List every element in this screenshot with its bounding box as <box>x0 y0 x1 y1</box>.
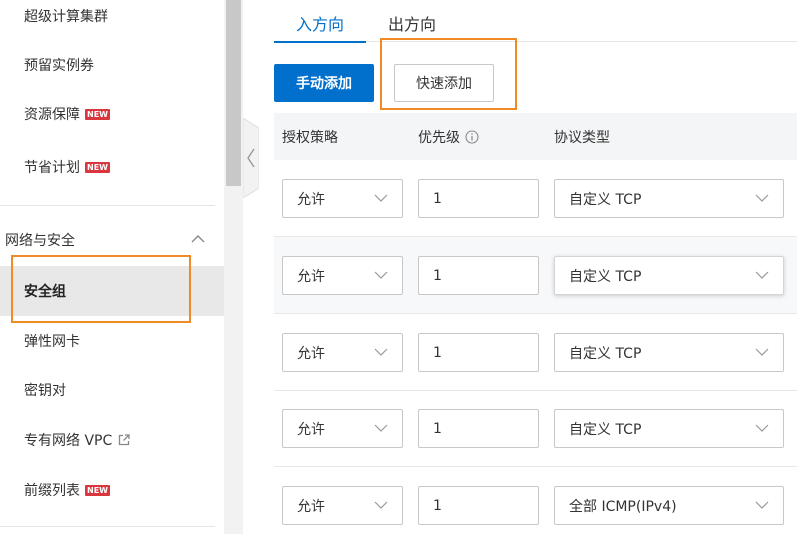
table-row: 允许 1 自定义 TCP <box>274 237 797 314</box>
info-icon[interactable] <box>465 130 479 144</box>
input-value: 1 <box>433 267 442 284</box>
select-value: 自定义 TCP <box>569 421 642 438</box>
main-content: 入方向 出方向 手动添加 快速添加 授权策略 优先级 协议类型 允许 1 自定义… <box>259 0 797 534</box>
protocol-select[interactable]: 全部 ICMP(IPv4) <box>554 486 784 525</box>
new-badge: NEW <box>85 484 110 496</box>
sidebar-item-super-computing-cluster[interactable]: 超级计算集群 <box>0 0 224 40</box>
priority-input[interactable]: 1 <box>418 333 539 372</box>
sidebar-item-eni[interactable]: 弹性网卡 <box>0 317 224 365</box>
sidebar-item-label: 密钥对 <box>24 383 66 399</box>
chevron-down-icon <box>374 194 388 202</box>
protocol-select[interactable]: 自定义 TCP <box>554 333 784 372</box>
select-value: 允许 <box>297 268 325 285</box>
priority-input[interactable]: 1 <box>418 409 539 448</box>
select-value: 允许 <box>297 498 325 515</box>
sidebar-group-network-security[interactable]: 网络与安全 <box>0 222 215 258</box>
direction-tabs: 入方向 出方向 <box>274 0 797 43</box>
priority-input[interactable]: 1 <box>418 179 539 218</box>
select-value: 允许 <box>297 345 325 362</box>
column-header-policy: 授权策略 <box>282 130 338 146</box>
table-header: 授权策略 优先级 协议类型 <box>274 113 797 160</box>
table-row: 允许 1 全部 ICMP(IPv4) <box>274 467 797 534</box>
table-row: 允许 1 自定义 TCP <box>274 314 797 391</box>
column-header-priority: 优先级 <box>418 127 479 147</box>
sidebar-item-reserved-instance[interactable]: 预留实例券 <box>0 41 224 89</box>
sidebar-item-label: 超级计算集群 <box>24 9 108 25</box>
input-value: 1 <box>433 497 442 514</box>
sidebar-scrollbar-thumb[interactable] <box>226 0 241 186</box>
table-row: 允许 1 自定义 TCP <box>274 160 797 237</box>
tab-outbound[interactable]: 出方向 <box>366 5 458 41</box>
chevron-down-icon <box>755 348 769 356</box>
policy-select[interactable]: 允许 <box>282 409 403 448</box>
policy-select[interactable]: 允许 <box>282 256 403 295</box>
select-value: 自定义 TCP <box>569 345 642 362</box>
protocol-select[interactable]: 自定义 TCP <box>554 256 784 295</box>
chevron-down-icon <box>755 424 769 432</box>
quick-add-button[interactable]: 快速添加 <box>394 64 494 102</box>
column-header-protocol: 协议类型 <box>554 130 610 146</box>
sidebar-item-label: 安全组 <box>24 284 66 300</box>
chevron-down-icon <box>374 271 388 279</box>
chevron-down-icon <box>755 501 769 509</box>
select-value: 允许 <box>297 191 325 208</box>
sidebar-item-label: 弹性网卡 <box>24 334 80 350</box>
sidebar-item-key-pair[interactable]: 密钥对 <box>0 366 224 414</box>
input-value: 1 <box>433 344 442 361</box>
sidebar-item-label: 前缀列表 <box>24 483 80 499</box>
table-row: 允许 1 自定义 TCP <box>274 390 797 467</box>
new-badge: NEW <box>85 161 110 173</box>
select-value: 全部 ICMP(IPv4) <box>569 498 677 515</box>
chevron-down-icon <box>374 424 388 432</box>
tab-inbound[interactable]: 入方向 <box>274 5 366 43</box>
select-value: 自定义 TCP <box>569 268 642 285</box>
manual-add-button[interactable]: 手动添加 <box>274 64 374 102</box>
sidebar-item-label: 资源保障 <box>24 107 80 123</box>
priority-input[interactable]: 1 <box>418 256 539 295</box>
sidebar-item-vpc[interactable]: 专有网络 VPC <box>0 416 224 464</box>
new-badge: NEW <box>85 108 110 120</box>
priority-input[interactable]: 1 <box>418 486 539 525</box>
sidebar-item-label: 预留实例券 <box>24 58 94 74</box>
sidebar-item-security-group[interactable]: 安全组 <box>0 266 224 316</box>
select-value: 允许 <box>297 421 325 438</box>
policy-select[interactable]: 允许 <box>282 179 403 218</box>
policy-select[interactable]: 允许 <box>282 333 403 372</box>
sidebar: 超级计算集群 预留实例券 资源保障 NEW 节省计划 NEW 网络与安全 安全组… <box>0 0 243 534</box>
sidebar-item-savings-plan[interactable]: 节省计划 NEW <box>0 143 224 191</box>
tab-label: 出方向 <box>387 15 436 34</box>
chevron-down-icon <box>755 194 769 202</box>
collapse-sidebar-handle[interactable] <box>243 118 259 198</box>
sidebar-divider <box>0 205 215 206</box>
external-link-icon <box>119 434 130 446</box>
sidebar-group-label: 网络与安全 <box>5 233 75 249</box>
chevron-up-icon <box>191 235 205 243</box>
sidebar-item-prefix-list[interactable]: 前缀列表 NEW <box>0 466 224 514</box>
sidebar-item-resource-guarantee[interactable]: 资源保障 NEW <box>0 90 224 138</box>
input-value: 1 <box>433 420 442 437</box>
tab-label: 入方向 <box>295 15 344 34</box>
policy-select[interactable]: 允许 <box>282 486 403 525</box>
protocol-select[interactable]: 自定义 TCP <box>554 179 784 218</box>
sidebar-divider <box>0 526 215 527</box>
sidebar-item-label: 节省计划 <box>24 160 80 176</box>
chevron-down-icon <box>374 348 388 356</box>
input-value: 1 <box>433 190 442 207</box>
sidebar-item-label: 专有网络 VPC <box>24 433 113 449</box>
column-header-label: 优先级 <box>418 130 460 146</box>
chevron-down-icon <box>374 501 388 509</box>
chevron-down-icon <box>755 271 769 279</box>
protocol-select[interactable]: 自定义 TCP <box>554 409 784 448</box>
select-value: 自定义 TCP <box>569 191 642 208</box>
